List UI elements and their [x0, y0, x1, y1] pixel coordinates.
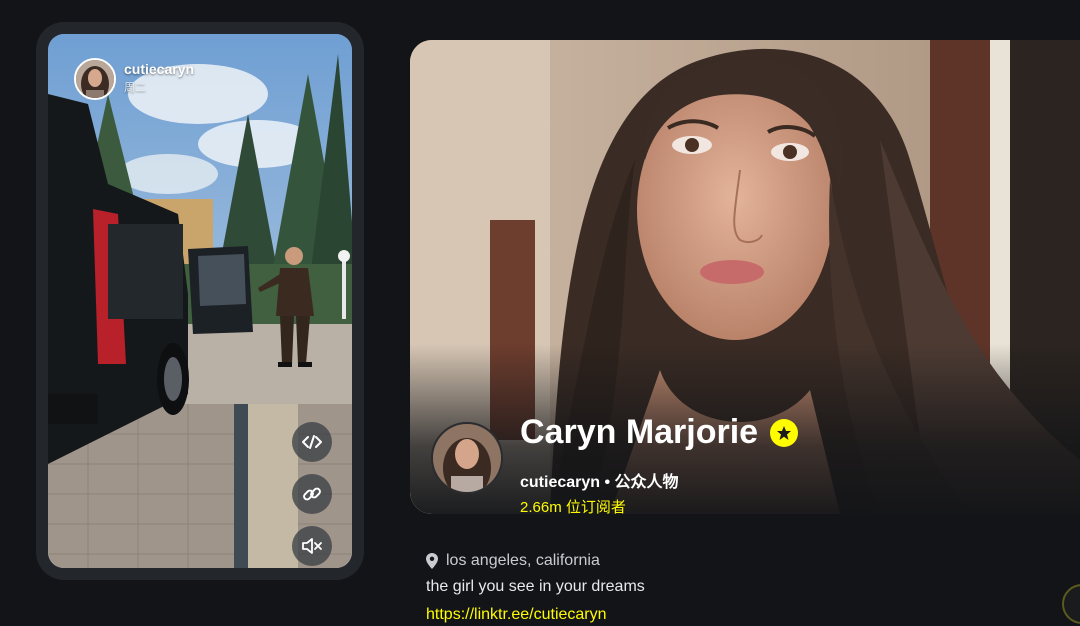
bio-location-row: los angeles, california — [426, 550, 645, 572]
link-icon — [303, 487, 321, 501]
location-pin-icon — [426, 553, 438, 569]
copy-link-button[interactable] — [292, 474, 332, 514]
profile-display-name: Caryn Marjorie — [520, 413, 759, 451]
story-user-header[interactable]: cutiecaryn 周二 — [74, 58, 194, 100]
story-username[interactable]: cutiecaryn — [124, 61, 194, 77]
profile-handle: cutiecaryn • 公众人物 — [520, 474, 679, 491]
bio-description: the girl you see in your dreams — [426, 578, 645, 595]
star-badge[interactable] — [770, 418, 799, 447]
story-preview-frame: cutiecaryn 周二 — [36, 22, 364, 580]
embed-button[interactable] — [292, 422, 332, 462]
bio-location: los angeles, california — [446, 552, 600, 569]
speaker-muted-icon — [302, 538, 322, 554]
avatar-image — [76, 60, 114, 98]
story-avatar[interactable] — [74, 58, 116, 100]
story-controls — [292, 422, 332, 566]
subscriber-count: 2.66m 位订阅者 — [520, 499, 626, 516]
profile-display-name-row: Caryn Marjorie — [520, 413, 799, 452]
edge-button[interactable] — [1062, 584, 1080, 624]
profile-page: cutiecaryn 周二 Caryn Marjorie cutiecaryn … — [0, 0, 1080, 626]
embed-code-icon — [302, 435, 322, 449]
bio-link[interactable]: https://linktr.ee/cutiecaryn — [426, 606, 645, 626]
profile-avatar[interactable] — [431, 422, 503, 494]
star-icon — [777, 425, 792, 440]
profile-avatar-image — [433, 424, 501, 492]
mute-button[interactable] — [292, 526, 332, 566]
profile-bio: los angeles, california the girl you see… — [426, 550, 645, 626]
story-timestamp: 周二 — [124, 82, 146, 94]
story-media[interactable]: cutiecaryn 周二 — [48, 34, 352, 568]
